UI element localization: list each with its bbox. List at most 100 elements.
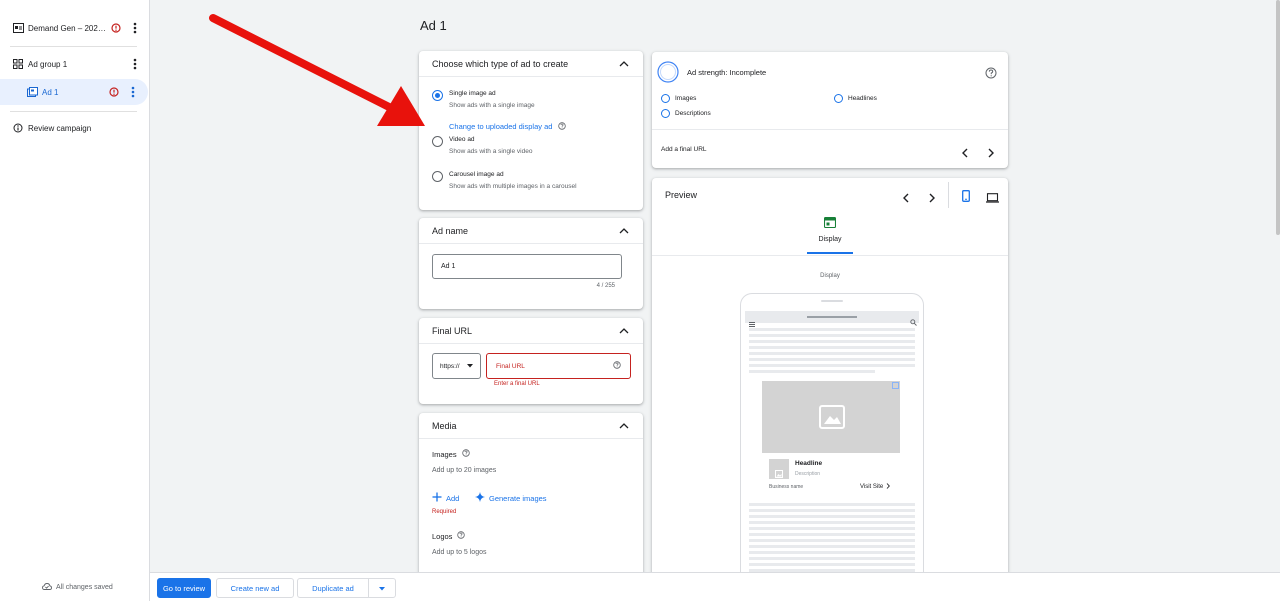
help-icon[interactable]	[461, 449, 470, 459]
preview-caption: Display	[820, 273, 840, 279]
help-icon[interactable]	[985, 66, 997, 84]
generate-images-button[interactable]: Generate images	[475, 489, 547, 507]
check-label: Headlines	[848, 95, 877, 102]
save-status: All changes saved	[42, 583, 113, 592]
sparkle-icon	[475, 489, 485, 507]
card-title: Ad name	[432, 225, 469, 236]
final-url-error: Enter a final URL	[494, 381, 540, 387]
help-icon[interactable]	[558, 117, 567, 135]
campaign-icon	[12, 22, 24, 34]
ad-name-input[interactable]: Ad 1	[432, 254, 622, 279]
card-title: Media	[432, 420, 457, 431]
check-label: Descriptions	[675, 110, 711, 117]
media-card-header[interactable]: Media	[419, 413, 643, 439]
add-images-button[interactable]: Add	[432, 489, 459, 507]
chevron-up-icon[interactable]	[618, 225, 630, 237]
duplicate-options-dropdown[interactable]	[368, 578, 396, 598]
ad-name-card: Ad name Ad 1 4 / 255	[419, 218, 643, 309]
chevron-left-icon[interactable]	[902, 190, 910, 208]
ad-headline: Headline	[795, 460, 823, 467]
address-bar	[807, 316, 857, 318]
protocol-select[interactable]: https://	[432, 353, 481, 379]
image-icon	[819, 405, 845, 434]
change-display-ad-row: Change to uploaded display ad	[449, 117, 567, 135]
option-description: Show ads with a single video	[449, 148, 533, 155]
ad-type-option-video[interactable]: Video ad Show ads with a single video	[432, 135, 532, 156]
ad-group-icon	[12, 58, 24, 70]
divider	[948, 182, 949, 208]
character-counter: 4 / 255	[596, 283, 615, 289]
sidebar-item-ad-1[interactable]: Ad 1	[0, 79, 148, 105]
plus-icon	[432, 489, 442, 507]
help-icon[interactable]	[613, 361, 621, 371]
generate-images-label: Generate images	[489, 493, 547, 503]
ad-description: Description	[795, 471, 821, 477]
more-vert-icon[interactable]	[130, 21, 140, 35]
protocol-value: https://	[440, 362, 460, 370]
images-heading: Images	[432, 449, 470, 459]
chevron-right-icon[interactable]	[928, 190, 936, 208]
ad-icon	[26, 86, 38, 98]
save-status-text: All changes saved	[56, 584, 113, 591]
dropdown-arrow-icon	[379, 584, 385, 593]
phone-mockup: Headline Description Business name Visit…	[740, 293, 924, 573]
image-icon	[775, 465, 783, 483]
chevron-up-icon[interactable]	[618, 325, 630, 337]
ad-image-placeholder	[762, 381, 900, 453]
page-scrollbar[interactable]	[1276, 0, 1280, 235]
tab-indicator	[807, 252, 853, 254]
chevron-up-icon[interactable]	[618, 420, 630, 432]
desktop-device-icon[interactable]	[986, 190, 999, 208]
final-url-input[interactable]: Final URL	[486, 353, 631, 379]
phone-speaker	[821, 300, 843, 302]
final-url-placeholder: Final URL	[496, 362, 525, 370]
option-description: Show ads with multiple images in a carou…	[449, 183, 577, 190]
ad-cta: Visit Site	[860, 483, 891, 491]
sidebar-item-label: Demand Gen – 2025-03-11	[28, 23, 110, 33]
help-icon[interactable]	[457, 531, 466, 541]
sidebar-item-ad-group[interactable]: Ad group 1	[0, 51, 150, 77]
more-vert-icon[interactable]	[128, 85, 138, 99]
more-vert-icon[interactable]	[130, 57, 140, 71]
chevron-up-icon[interactable]	[618, 58, 630, 70]
card-title: Choose which type of ad to create	[432, 58, 569, 69]
tab-display[interactable]: Display	[807, 236, 853, 243]
go-to-review-button[interactable]: Go to review	[157, 578, 211, 598]
ad-strength-card: Ad strength: Incomplete Images Headlines…	[652, 52, 1008, 168]
final-url-card: Final URL https:// Final URL Enter a fin…	[419, 318, 643, 404]
divider	[10, 46, 137, 47]
logos-label: Logos	[432, 531, 453, 541]
ad-strength-gauge	[657, 61, 679, 88]
final-url-card-header[interactable]: Final URL	[419, 318, 643, 344]
chevron-left-icon[interactable]	[961, 145, 969, 163]
mobile-device-icon[interactable]	[962, 189, 970, 207]
bottom-action-bar: Go to review Create new ad Duplicate ad	[150, 572, 1280, 601]
add-label: Add	[446, 493, 460, 503]
divider	[652, 129, 1008, 130]
display-tab-icon	[823, 215, 837, 233]
sidebar-item-review-campaign[interactable]: Review campaign	[0, 115, 150, 141]
option-title: Carousel image ad	[449, 171, 504, 178]
status-circle-icon	[661, 109, 670, 118]
ad-type-option-carousel[interactable]: Carousel image ad Show ads with multiple…	[432, 170, 577, 191]
chevron-right-icon[interactable]	[987, 145, 995, 163]
change-to-display-ad-link[interactable]: Change to uploaded display ad	[449, 122, 552, 131]
sidebar: Demand Gen – 2025-03-11 Ad group 1 Ad 1	[0, 0, 150, 601]
create-new-ad-button[interactable]: Create new ad	[216, 578, 294, 598]
sidebar-item-label: Review campaign	[28, 123, 92, 133]
sidebar-item-campaign[interactable]: Demand Gen – 2025-03-11	[0, 15, 150, 41]
duplicate-ad-button[interactable]: Duplicate ad	[297, 578, 369, 598]
status-circle-icon	[834, 94, 843, 103]
ad-strength-title: Ad strength: Incomplete	[687, 68, 767, 77]
media-card: Media Images Add up to 20 images Add Gen…	[419, 413, 643, 573]
logos-hint: Add up to 5 logos	[432, 549, 487, 556]
radio-button[interactable]	[432, 171, 443, 182]
ad-type-option-single-image[interactable]: Single image ad Show ads with a single i…	[432, 89, 535, 110]
preview-ad-unit: Headline Description Business name Visit…	[761, 380, 901, 494]
ad-type-card-header[interactable]: Choose which type of ad to create	[419, 51, 643, 77]
ad-cta-label: Visit Site	[860, 484, 884, 490]
phone-browser-bar	[745, 311, 919, 327]
option-title: Single image ad	[449, 90, 496, 97]
cloud-done-icon	[42, 583, 52, 592]
ad-name-card-header[interactable]: Ad name	[419, 218, 643, 244]
